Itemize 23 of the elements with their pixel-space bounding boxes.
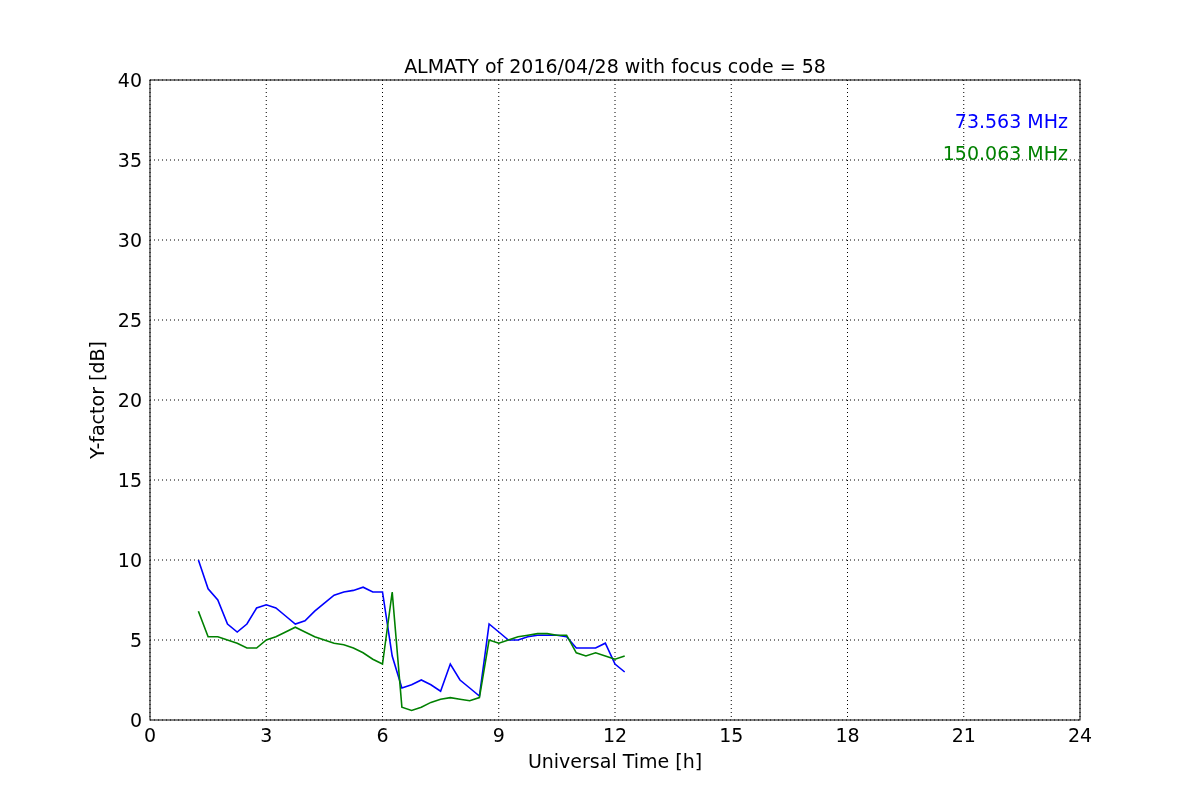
y-tick-label: 35: [117, 149, 142, 171]
y-tick-label: 25: [117, 309, 142, 331]
x-tick-label: 12: [602, 724, 628, 746]
x-tick-label: 6: [376, 724, 389, 746]
y-tick-label: 40: [117, 69, 142, 91]
legend-label: 73.563 MHz: [954, 110, 1068, 132]
y-axis-label: Y-factor [dB]: [86, 341, 108, 459]
x-axis-label: Universal Time [h]: [527, 750, 703, 772]
y-tick-label: 30: [117, 229, 142, 251]
y-tick-label: 20: [117, 389, 142, 411]
x-tick-label: 15: [719, 724, 744, 746]
y-tick-label: 0: [129, 709, 142, 731]
x-tick-label: 18: [835, 724, 860, 746]
y-tick-label: 15: [117, 469, 142, 491]
x-tick-label: 21: [951, 724, 976, 746]
x-tick-label: 9: [492, 724, 505, 746]
legend-label: 150.063 MHz: [942, 142, 1068, 164]
y-tick-label: 5: [129, 629, 142, 651]
chart-title: ALMATY of 2016/04/28 with focus code = 58: [404, 55, 826, 77]
x-tick-label: 24: [1067, 724, 1093, 746]
x-tick-label: 3: [260, 724, 273, 746]
y-tick-label: 10: [117, 549, 142, 571]
x-tick-label: 0: [143, 724, 157, 746]
